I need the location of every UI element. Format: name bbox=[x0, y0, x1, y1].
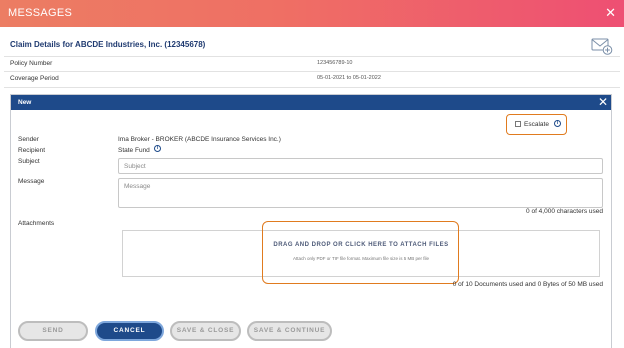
attachments-label: Attachments bbox=[18, 220, 55, 227]
coverage-period-value: 05-01-2021 to 05-01-2022 bbox=[317, 75, 381, 81]
new-message-header-label: New bbox=[18, 99, 32, 106]
dropzone-title: DRAG AND DROP OR CLICK HERE TO ATTACH FI… bbox=[273, 242, 449, 248]
messages-title-bar: MESSAGES ✕ bbox=[0, 0, 624, 27]
coverage-period-label: Coverage Period bbox=[10, 75, 59, 82]
escalate-checkbox[interactable] bbox=[515, 121, 521, 127]
sender-value: Ima Broker - BROKER (ABCDE Insurance Ser… bbox=[118, 136, 281, 143]
info-icon[interactable]: i bbox=[154, 145, 161, 152]
policy-number-label: Policy Number bbox=[10, 60, 53, 67]
character-count: 0 of 4,000 characters used bbox=[526, 208, 603, 215]
save-continue-button[interactable]: SAVE & CONTINUE bbox=[247, 321, 332, 341]
window-title: MESSAGES bbox=[8, 7, 73, 19]
claim-details-title: Claim Details for ABCDE Industries, Inc.… bbox=[10, 40, 206, 49]
new-message-header: New ✕ bbox=[11, 95, 611, 110]
divider bbox=[4, 87, 620, 88]
dropzone-hint: Attach only PDF or TIF file format. Maxi… bbox=[293, 256, 429, 261]
subject-label: Subject bbox=[18, 158, 40, 165]
message-label: Message bbox=[18, 178, 45, 185]
policy-number-value: 123456789-10 bbox=[317, 60, 353, 66]
attachment-dropzone[interactable]: DRAG AND DROP OR CLICK HERE TO ATTACH FI… bbox=[122, 230, 600, 277]
envelope-plus-icon[interactable] bbox=[591, 37, 613, 55]
escalate-option: Escalate i bbox=[506, 114, 567, 135]
cancel-button[interactable]: CANCEL bbox=[95, 321, 164, 341]
recipient-label: Recipient bbox=[18, 147, 46, 154]
message-textarea[interactable] bbox=[118, 178, 603, 208]
documents-count: 0 of 10 Documents used and 0 Bytes of 50… bbox=[452, 281, 603, 288]
close-icon[interactable]: ✕ bbox=[598, 96, 608, 108]
send-button[interactable]: SEND bbox=[18, 321, 88, 341]
close-icon[interactable]: ✕ bbox=[605, 6, 616, 19]
recipient-value: State Fund bbox=[118, 147, 150, 154]
coverage-period-row: Coverage Period 05-01-2021 to 05-01-2022 bbox=[0, 72, 624, 86]
escalate-label[interactable]: Escalate bbox=[524, 121, 549, 128]
info-icon[interactable]: i bbox=[554, 120, 561, 127]
policy-number-row: Policy Number 123456789-10 bbox=[0, 57, 624, 71]
subject-input[interactable] bbox=[118, 158, 603, 174]
save-close-button[interactable]: SAVE & CLOSE bbox=[170, 321, 241, 341]
sender-label: Sender bbox=[18, 136, 39, 143]
